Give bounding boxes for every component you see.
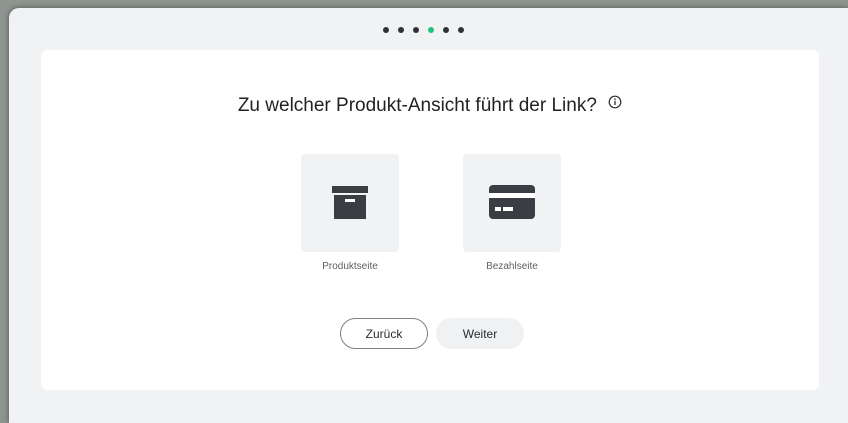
- option-label-produktseite: Produktseite: [322, 261, 378, 272]
- info-circle-icon[interactable]: [608, 93, 622, 115]
- option-label-bezahlseite: Bezahlseite: [486, 261, 538, 272]
- app-window: Zu welcher Produkt-Ansicht führt der Lin…: [9, 8, 848, 423]
- option-tile-produktseite[interactable]: [301, 154, 399, 252]
- option-tile-bezahlseite[interactable]: [463, 154, 561, 252]
- back-button[interactable]: Zurück: [340, 318, 428, 349]
- option-produktseite[interactable]: Produktseite: [301, 154, 399, 272]
- question-heading: Zu welcher Produkt-Ansicht führt der Lin…: [41, 95, 819, 117]
- progress-dot-6: [458, 27, 464, 33]
- step-progress-indicator: [383, 27, 464, 33]
- next-button[interactable]: Weiter: [436, 318, 524, 349]
- progress-dot-5: [443, 27, 449, 33]
- credit-card-icon: [489, 185, 535, 219]
- navigation-buttons: Zurück Weiter: [41, 318, 821, 349]
- option-bezahlseite[interactable]: Bezahlseite: [463, 154, 561, 272]
- question-card: Zu welcher Produkt-Ansicht führt der Lin…: [41, 50, 819, 390]
- progress-dot-2: [398, 27, 404, 33]
- archive-box-icon: [332, 186, 368, 219]
- progress-dot-3: [413, 27, 419, 33]
- progress-dot-4-active: [428, 27, 434, 33]
- progress-dot-1: [383, 27, 389, 33]
- question-text: Zu welcher Produkt-Ansicht führt der Lin…: [237, 95, 597, 117]
